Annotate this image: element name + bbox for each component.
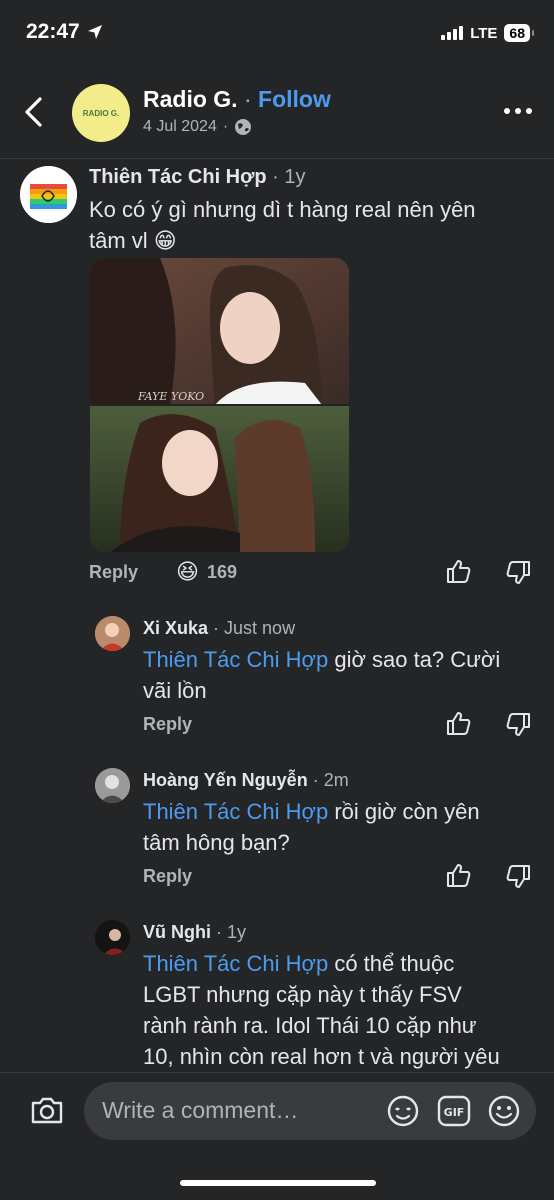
mention-link[interactable]: Thiên Tác Chi Hợp	[143, 951, 328, 976]
page-title[interactable]: Radio G.	[143, 86, 238, 112]
emoji-icon	[488, 1095, 520, 1127]
reply-text: Thiên Tác Chi Hợp giờ sao ta? Cười vãi l…	[143, 644, 500, 706]
globe-icon	[235, 119, 252, 135]
reply-header: Vũ Nghi · 1y	[143, 922, 246, 943]
reply-time: Just now	[224, 618, 296, 638]
comment-header: Thiên Tác Chi Hợp · 1y	[89, 166, 305, 189]
emoji-button[interactable]	[487, 1094, 521, 1133]
comment-author[interactable]: Thiên Tác Chi Hợp	[89, 166, 267, 188]
reply-header: Hoàng Yến Nguyễn · 2m	[143, 770, 349, 791]
avatar-sticker-button[interactable]	[386, 1094, 420, 1133]
comment-time: 1y	[284, 166, 306, 188]
reply-avatar[interactable]	[95, 920, 130, 955]
thumbs-up-icon	[447, 560, 471, 583]
post-meta: 4 Jul 2024 ·	[143, 118, 252, 136]
reply-time: 2m	[323, 770, 349, 790]
battery-icon: 68	[504, 24, 534, 42]
dislike-button[interactable]	[505, 712, 531, 743]
clock-text: 22:47	[26, 20, 80, 43]
home-indicator[interactable]	[180, 1180, 376, 1186]
time-separator: ·	[211, 922, 227, 942]
like-button[interactable]	[446, 558, 472, 589]
reaction-count: 169	[206, 561, 237, 582]
reply-author[interactable]: Hoàng Yến Nguyễn	[143, 770, 308, 790]
reply-button[interactable]: Reply	[143, 714, 192, 735]
reply-text-line: giờ sao ta? Cười	[328, 647, 501, 672]
mention-link[interactable]: Thiên Tác Chi Hợp	[143, 647, 328, 672]
comment-text-line: Ko có ý gì nhưng dì t hàng real nên yên	[89, 197, 476, 222]
reply-text-line: có thể thuộc	[328, 951, 455, 976]
dot-separator: ·	[222, 118, 229, 135]
comment-input[interactable]: Write a comment…	[102, 1097, 298, 1124]
laugh-reaction-icon: 😆	[176, 559, 199, 584]
time-separator: ·	[307, 770, 324, 790]
reply-text-line: rồi giờ còn yên	[328, 799, 480, 824]
status-indicators: LTE 68	[441, 24, 534, 42]
signal-icon	[441, 26, 464, 40]
like-button[interactable]	[446, 710, 472, 741]
more-options-button[interactable]	[504, 108, 532, 114]
status-time: 22:47	[26, 20, 104, 44]
reply-text-line: 10, nhìn còn real hơn t và người yêu	[143, 1044, 500, 1069]
reply-text: Thiên Tác Chi Hợp rồi giờ còn yên tâm hô…	[143, 796, 480, 858]
network-label: LTE	[470, 24, 498, 42]
thumbs-down-icon	[506, 713, 530, 736]
thumbs-up-icon	[447, 712, 471, 735]
reply-text-line: LGBT nhưng cặp này t thấy FSV	[143, 982, 462, 1007]
gif-icon: GIF	[437, 1095, 471, 1127]
image-watermark: FAYE YOKO	[137, 390, 204, 403]
reply-text-line: rành rành ra. Idol Thái 10 cặp như	[143, 1013, 477, 1038]
chevron-left-icon	[25, 97, 42, 127]
reply-text: Thiên Tác Chi Hợp có thể thuộc LGBT nhưn…	[143, 948, 543, 1072]
reply-time: 1y	[227, 922, 247, 942]
post-date: 4 Jul 2024	[143, 118, 217, 135]
gif-button[interactable]: GIF	[437, 1095, 471, 1132]
camera-icon	[31, 1097, 63, 1124]
reaction-summary[interactable]: 😆 169	[176, 559, 237, 585]
svg-text:GIF: GIF	[444, 1106, 465, 1119]
page-title-row: Radio G. · Follow	[143, 86, 331, 113]
reply-author[interactable]: Xi Xuka	[143, 618, 208, 638]
time-separator: ·	[266, 166, 285, 188]
reply-header: Xi Xuka · Just now	[143, 618, 295, 639]
reply-text-line: vãi lồn	[143, 678, 207, 703]
reply-button[interactable]: Reply	[89, 562, 138, 583]
reply-author[interactable]: Vũ Nghi	[143, 922, 211, 942]
avatar-sticker-icon	[387, 1095, 419, 1127]
mention-link[interactable]: Thiên Tác Chi Hợp	[143, 799, 328, 824]
title-separator: ·	[243, 86, 252, 112]
location-arrow-icon	[87, 25, 102, 39]
reply-button[interactable]: Reply	[143, 866, 192, 887]
reply-text-line: tâm hông bạn?	[143, 830, 290, 855]
thumbs-down-icon	[506, 561, 530, 584]
time-separator: ·	[208, 618, 225, 638]
reply-avatar[interactable]	[95, 616, 130, 651]
dislike-button[interactable]	[505, 560, 531, 591]
comment-text-line: tâm vl 😁	[89, 228, 177, 253]
camera-button[interactable]	[30, 1095, 64, 1130]
dislike-button[interactable]	[505, 864, 531, 895]
like-button[interactable]	[446, 862, 472, 893]
thumbs-down-icon	[506, 865, 530, 888]
header-divider	[0, 158, 554, 159]
page-avatar[interactable]: RADIO G.	[72, 84, 130, 142]
commenter-avatar[interactable]	[20, 166, 77, 223]
page-avatar-text: RADIO G.	[82, 108, 120, 118]
reply-avatar[interactable]	[95, 768, 130, 803]
comment-text: Ko có ý gì nhưng dì t hàng real nên yên …	[89, 194, 476, 256]
follow-button[interactable]: Follow	[258, 86, 331, 112]
back-button[interactable]	[22, 96, 46, 133]
thumbs-up-icon	[447, 864, 471, 887]
comment-image[interactable]: FAYE YOKO	[90, 258, 349, 552]
